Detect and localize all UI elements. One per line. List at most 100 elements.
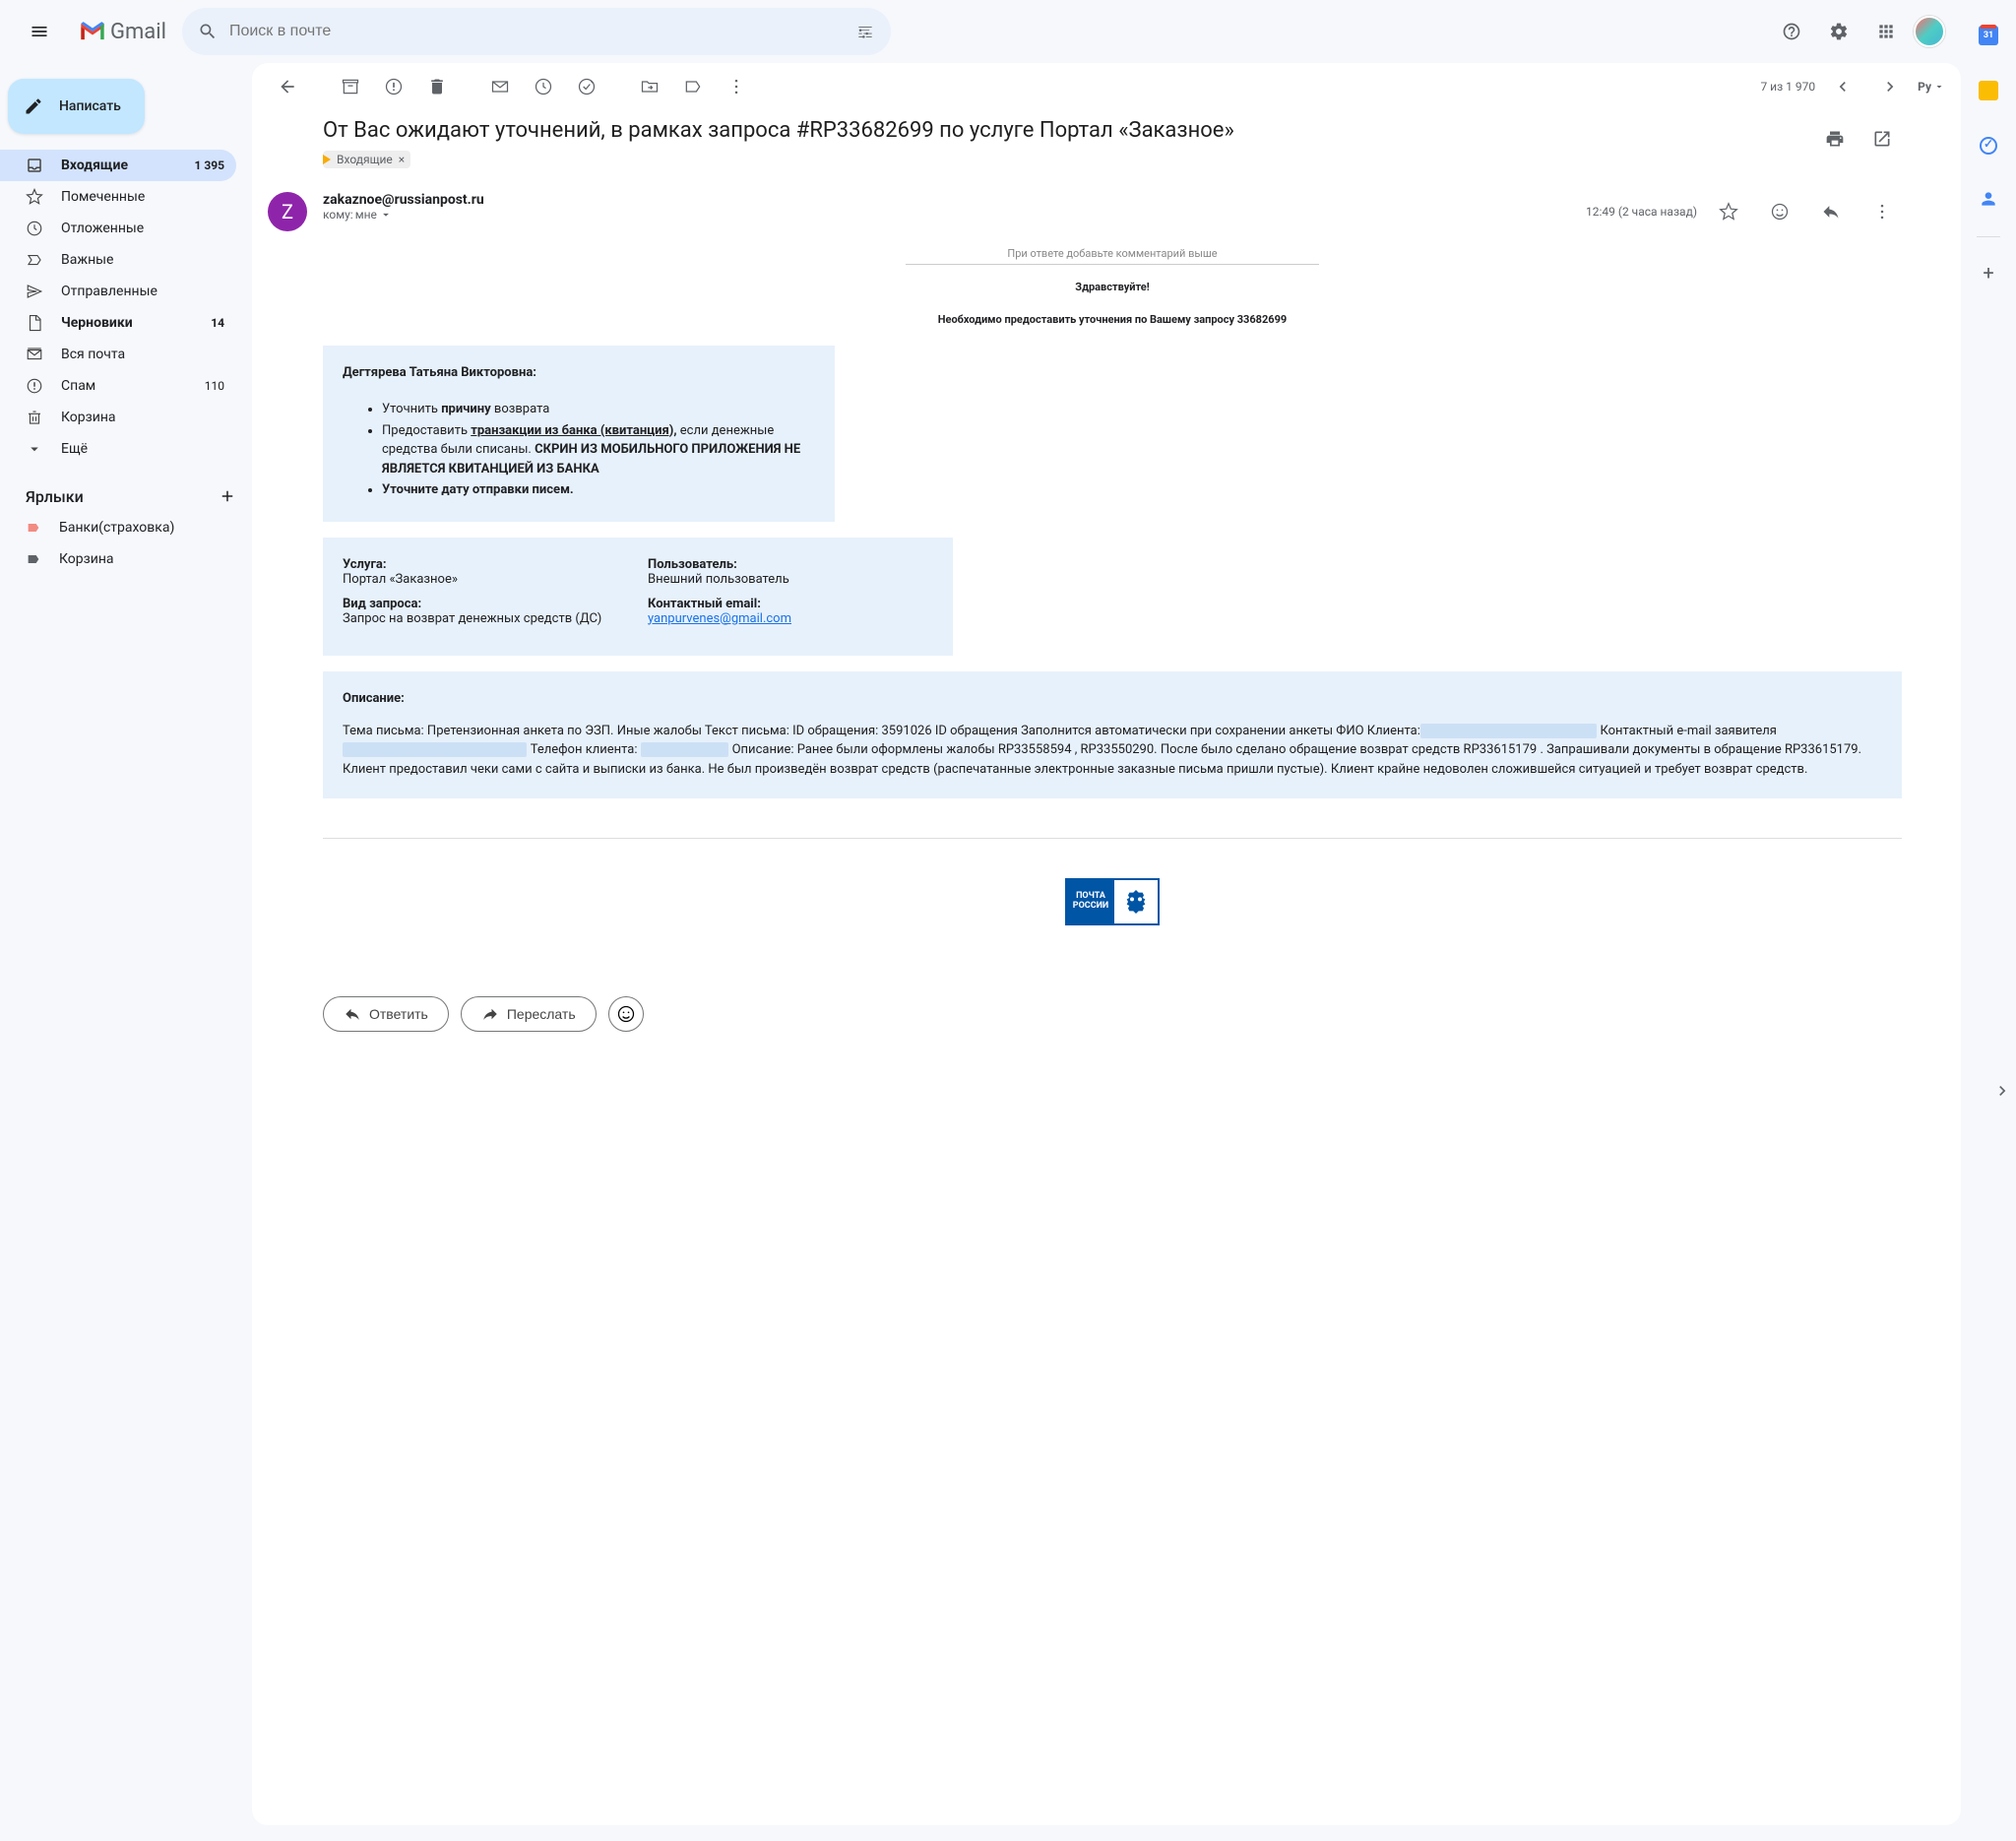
message-more-button[interactable] [1862, 192, 1902, 231]
emoji-reaction-button[interactable] [1760, 192, 1799, 231]
back-icon [278, 77, 297, 96]
support-button[interactable] [1772, 12, 1811, 51]
next-button[interactable] [1870, 67, 1910, 106]
back-button[interactable] [268, 67, 307, 106]
keep-app-button[interactable] [1969, 71, 2008, 110]
main-menu-button[interactable] [16, 8, 63, 55]
label-icon [26, 520, 41, 536]
clock-icon [26, 220, 43, 237]
nav-star[interactable]: Помеченные [0, 181, 236, 213]
gmail-logo[interactable]: Gmail [79, 20, 166, 44]
nav-mail[interactable]: Вся почта [0, 339, 236, 370]
expand-recipient-icon [379, 208, 393, 222]
add-task-button[interactable] [567, 67, 606, 106]
gear-icon [1829, 22, 1849, 41]
label-icon [26, 551, 41, 567]
inbox-label-chip[interactable]: Входящие × [323, 151, 410, 168]
spam-button[interactable] [374, 67, 413, 106]
input-language-selector[interactable]: Py [1918, 80, 1945, 94]
spam-icon [26, 377, 43, 395]
clock-icon [534, 77, 553, 96]
add-label-icon[interactable] [219, 487, 236, 505]
archive-button[interactable] [331, 67, 370, 106]
emoji-action-button[interactable] [608, 996, 644, 1032]
mail-icon [26, 346, 43, 363]
main-content: 7 из 1 970 Py От Вас ожидают уточнений, … [252, 63, 1961, 1825]
send-icon [26, 283, 43, 300]
forward-icon [481, 1004, 499, 1024]
pagination-text: 7 из 1 970 [1760, 80, 1815, 94]
nav-inbox[interactable]: Входящие1 395 [0, 150, 236, 181]
apps-button[interactable] [1866, 12, 1906, 51]
compose-button[interactable]: Написать [8, 79, 145, 134]
gmail-text: Gmail [110, 20, 166, 44]
more-icon [26, 440, 43, 458]
archive-icon [341, 77, 360, 96]
reply-action-button[interactable]: Ответить [323, 996, 449, 1032]
side-panel: 31 + [1961, 0, 2016, 1841]
emoji-icon [616, 1004, 636, 1024]
search-bar[interactable] [182, 8, 891, 55]
open-new-window-button[interactable] [1862, 119, 1902, 159]
open-external-icon [1872, 129, 1892, 149]
nav-spam[interactable]: Спам110 [0, 370, 236, 402]
menu-icon [30, 22, 49, 41]
keep-icon [1979, 81, 1998, 100]
reply-hint: При ответе добавьте комментарий выше [906, 247, 1319, 265]
label-item[interactable]: Банки(страховка) [0, 512, 236, 543]
reply-button[interactable] [1811, 192, 1851, 231]
chevron-left-icon [1833, 77, 1853, 96]
labels-header: Ярлыки [0, 480, 252, 512]
contacts-app-button[interactable] [1969, 181, 2008, 221]
recipient-line[interactable]: кому: мне [323, 208, 1570, 222]
search-options-icon[interactable] [855, 22, 875, 41]
star-icon [1719, 202, 1738, 222]
email-subject: От Вас ожидают уточнений, в рамках запро… [323, 118, 1902, 143]
toolbar: 7 из 1 970 Py [252, 63, 1961, 110]
labels-button[interactable] [673, 67, 713, 106]
header: Gmail [0, 0, 1961, 63]
print-button[interactable] [1815, 119, 1855, 159]
prev-button[interactable] [1823, 67, 1862, 106]
more-button[interactable] [717, 67, 756, 106]
nav-trash[interactable]: Корзина [0, 402, 236, 433]
mark-unread-button[interactable] [480, 67, 520, 106]
star-icon [26, 188, 43, 206]
settings-button[interactable] [1819, 12, 1858, 51]
star-button[interactable] [1709, 192, 1748, 231]
emoji-icon [1770, 202, 1790, 222]
inbox-icon [26, 157, 43, 174]
delete-button[interactable] [417, 67, 457, 106]
print-icon [1825, 129, 1845, 149]
important-icon [26, 251, 43, 269]
nav-clock[interactable]: Отложенные [0, 213, 236, 244]
trash-icon [427, 77, 447, 96]
contact-email-link[interactable]: yanpurvenes@gmail.com [648, 611, 791, 626]
russian-post-logo: ПОЧТАРОССИИ [1065, 878, 1160, 925]
pencil-icon [24, 96, 43, 116]
sidebar: Написать Входящие1 395ПомеченныеОтложенн… [0, 63, 252, 1841]
calendar-app-button[interactable]: 31 [1969, 16, 2008, 55]
account-avatar[interactable] [1914, 16, 1945, 47]
help-icon [1782, 22, 1801, 41]
snooze-button[interactable] [524, 67, 563, 106]
reply-icon [344, 1004, 361, 1024]
nav-more[interactable]: Ещё [0, 433, 236, 465]
mark-unread-icon [490, 77, 510, 96]
add-addon-button[interactable]: + [1969, 253, 2008, 292]
folder-move-icon [640, 77, 660, 96]
sender-avatar: Z [268, 192, 307, 231]
chevron-right-icon [1880, 77, 1900, 96]
timestamp: 12:49 (2 часа назад) [1586, 205, 1697, 219]
collapse-panel-button[interactable] [1992, 1081, 2012, 1105]
chevron-right-icon [1992, 1081, 2012, 1101]
forward-action-button[interactable]: Переслать [461, 996, 597, 1032]
sender-email: zakaznoe@russianpost.ru [323, 192, 1570, 208]
search-input[interactable] [229, 23, 844, 40]
nav-important[interactable]: Важные [0, 244, 236, 276]
nav-send[interactable]: Отправленные [0, 276, 236, 307]
move-button[interactable] [630, 67, 669, 106]
label-item[interactable]: Корзина [0, 543, 236, 575]
tasks-app-button[interactable] [1969, 126, 2008, 165]
nav-draft[interactable]: Черновики14 [0, 307, 236, 339]
